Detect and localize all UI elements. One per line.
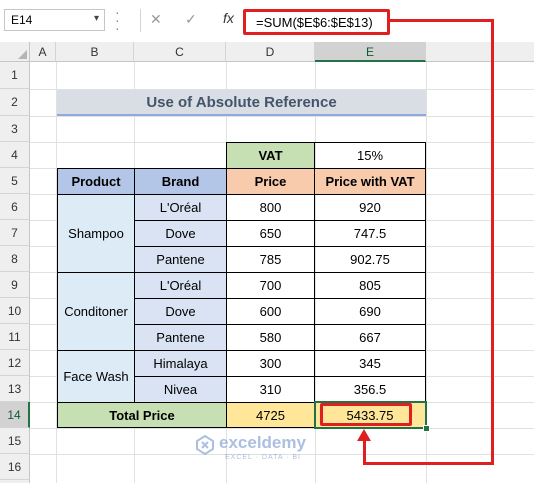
price-cell[interactable]: 700 [226,272,315,299]
row-header-16[interactable]: 16 [0,454,30,480]
column-header-f[interactable] [426,42,534,62]
formula-input[interactable]: =SUM($E$6:$E$13) [243,9,390,35]
row-header-14[interactable]: 14 [0,402,30,428]
product-conditoner[interactable]: Conditoner [57,272,135,351]
row-header-2[interactable]: 2 [0,89,30,116]
annotation-line [390,19,494,22]
price-cell[interactable]: 600 [226,298,315,325]
brand-cell[interactable]: Pantene [134,324,227,351]
price-vat-cell[interactable]: 920 [314,194,426,221]
row-header-12[interactable]: 12 [0,350,30,376]
enter-icon[interactable]: ✓ [185,11,197,28]
price-vat-cell[interactable]: 667 [314,324,426,351]
vat-value-cell[interactable]: 15% [314,142,426,169]
total-price-cell[interactable]: 4725 [226,402,315,428]
header-price-with-vat[interactable]: Price with VAT [314,168,426,195]
brand-cell[interactable]: L'Oréal [134,272,227,299]
header-price[interactable]: Price [226,168,315,195]
grid-line [30,428,534,429]
price-cell[interactable]: 300 [226,350,315,377]
name-box-value: E14 [11,13,33,27]
brand-cell[interactable]: Pantene [134,246,227,273]
arrow-up-icon [357,429,371,441]
price-cell[interactable]: 580 [226,324,315,351]
row-header-5[interactable]: 5 [0,168,30,194]
insert-function-icon[interactable]: fx [223,10,234,26]
price-vat-cell[interactable]: 747.5 [314,220,426,247]
price-vat-cell[interactable]: 690 [314,298,426,325]
price-cell[interactable]: 785 [226,246,315,273]
product-face-wash[interactable]: Face Wash [57,350,135,403]
row-header-15[interactable]: 15 [0,428,30,454]
price-vat-cell[interactable]: 902.75 [314,246,426,273]
row-header-11[interactable]: 11 [0,324,30,350]
more-options-icon[interactable]: · · · [115,5,120,35]
fill-handle[interactable] [423,425,430,432]
price-vat-cell[interactable]: 356.5 [314,376,426,403]
row-header-7[interactable]: 7 [0,220,30,246]
row-header-10[interactable]: 10 [0,298,30,324]
highlight-box [320,403,412,426]
row-header-1[interactable]: 1 [0,62,30,89]
price-vat-cell[interactable]: 805 [314,272,426,299]
brand-cell[interactable]: Himalaya [134,350,227,377]
row-header-6[interactable]: 6 [0,194,30,220]
brand-cell[interactable]: Dove [134,220,227,247]
column-header-c[interactable]: C [134,42,226,62]
annotation-line [491,19,494,465]
watermark-tagline: EXCEL · DATA · BI [225,454,301,461]
product-shampoo[interactable]: Shampoo [57,194,135,273]
row-header-8[interactable]: 8 [0,246,30,272]
brand-cell[interactable]: Dove [134,298,227,325]
header-brand[interactable]: Brand [134,168,227,195]
column-header-a[interactable]: A [30,42,56,62]
select-all-button[interactable] [0,42,30,62]
watermark: exceldemy EXCEL · DATA · BI [195,433,335,467]
row-header-9[interactable]: 9 [0,272,30,298]
header-product[interactable]: Product [57,168,135,195]
price-vat-cell[interactable]: 345 [314,350,426,377]
name-box[interactable]: E14 ▾ [4,9,105,31]
column-header-e[interactable]: E [315,42,426,62]
annotation-line [363,462,494,465]
price-cell[interactable]: 310 [226,376,315,403]
row-header-13[interactable]: 13 [0,376,30,402]
row-header-3[interactable]: 3 [0,116,30,142]
watermark-name: exceldemy [219,433,306,452]
price-cell[interactable]: 650 [226,220,315,247]
brand-cell[interactable]: Nivea [134,376,227,403]
sheet-title[interactable]: Use of Absolute Reference [57,90,426,116]
price-cell[interactable]: 800 [226,194,315,221]
annotation-line [363,438,366,465]
row-header-4[interactable]: 4 [0,142,30,168]
exceldemy-logo-icon [196,435,214,455]
column-header-b[interactable]: B [56,42,134,62]
total-label-cell[interactable]: Total Price [57,402,227,428]
chevron-down-icon[interactable]: ▾ [94,13,99,24]
formula-divider [140,9,141,32]
cancel-icon[interactable]: ✕ [150,11,162,28]
vat-label-cell[interactable]: VAT [226,142,315,169]
column-header-d[interactable]: D [226,42,315,62]
brand-cell[interactable]: L'Oréal [134,194,227,221]
grid-line [30,116,534,117]
formula-text: =SUM($E$6:$E$13) [256,15,373,30]
